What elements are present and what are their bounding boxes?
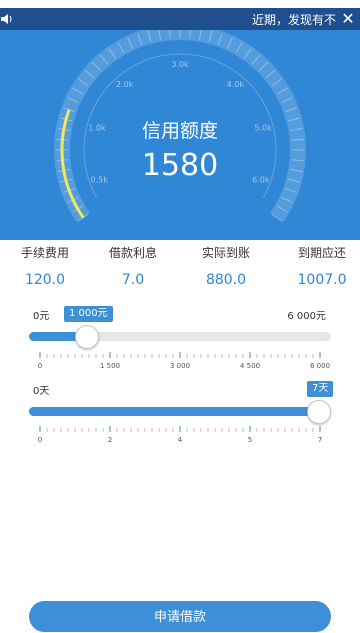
days-track-fill (29, 407, 331, 416)
scale-tick-label: 4 500 (239, 362, 261, 370)
days-value-bubble: 7天 (307, 381, 334, 397)
scale-tick-label: 7 (317, 436, 323, 444)
stat-actual-received: 实际到账 880.0 (186, 244, 266, 288)
scale-tick-label: 6 000 (309, 362, 331, 370)
stat-label: 到期应还 (297, 246, 346, 260)
stat-due: 到期应还 1007.0 (282, 244, 360, 288)
speaker-icon (1, 14, 12, 24)
scale-tick-label: 2 (107, 436, 113, 444)
days-min-label: 0天 (33, 386, 50, 397)
stat-value: 880.0 (205, 272, 247, 288)
notice-bar[interactable]: 近期，发现有不 ✕ (0, 8, 360, 30)
stat-value: 1007.0 (297, 272, 347, 288)
stat-value: 120.0 (24, 272, 66, 288)
notice-text: 近期，发现有不 (251, 13, 336, 27)
scale-tick-label: 0 (37, 436, 43, 444)
gauge-title: 信用额度 (141, 120, 218, 142)
loan-summary: 手续费用 120.0 借款利息 7.0 实际到账 880.0 到期应还 1007… (0, 244, 360, 294)
stat-label: 借款利息 (108, 246, 157, 260)
loan-screen: 近期，发现有不 ✕ 0.5k 1.0k 2.0k 3.0k 4.0k 5.0k 6.0k 信… (0, 0, 360, 633)
gauge-scale-label: 4.0k (227, 80, 245, 89)
gauge-scale-label: 2.0k (116, 80, 134, 89)
amount-max-label: 6 000元 (287, 311, 326, 322)
gauge-scale-label: 3.0k (171, 60, 189, 69)
amount-slider-handle[interactable] (75, 325, 100, 349)
amount-min-label: 0元 (33, 311, 50, 322)
amount-slider[interactable]: 0元 6 000元 1 000元 0 1 500 3 000 4 500 6 000 (0, 305, 360, 375)
apply-loan-button[interactable]: 申请借款 (29, 601, 331, 632)
scale-tick-label: 0 (37, 362, 43, 370)
scale-tick-label: 3 000 (169, 362, 191, 370)
scale-tick-label: 1 500 (99, 362, 121, 370)
days-slider-handle[interactable] (307, 400, 331, 424)
credit-amount: 1580 (141, 148, 219, 183)
stat-fee: 手续费用 120.0 (5, 244, 85, 288)
scale-tick-label: 4 (177, 436, 183, 444)
scale-tick-label: 5 (247, 436, 253, 444)
stat-label: 实际到账 (201, 246, 250, 260)
days-slider[interactable]: 0天 7天 0 2 4 5 7 (0, 378, 360, 448)
amount-track-fill (29, 332, 80, 341)
credit-gauge-panel: 0.5k 1.0k 2.0k 3.0k 4.0k 5.0k 6.0k 信用额度 1580 (0, 30, 360, 240)
close-icon[interactable]: ✕ (340, 10, 356, 28)
amount-track[interactable] (29, 332, 331, 341)
stat-interest: 借款利息 7.0 (93, 244, 173, 288)
stat-value: 7.0 (121, 272, 145, 288)
amount-value-bubble: 1 000元 (64, 306, 113, 322)
days-track[interactable] (29, 407, 331, 416)
stat-label: 手续费用 (20, 246, 69, 260)
